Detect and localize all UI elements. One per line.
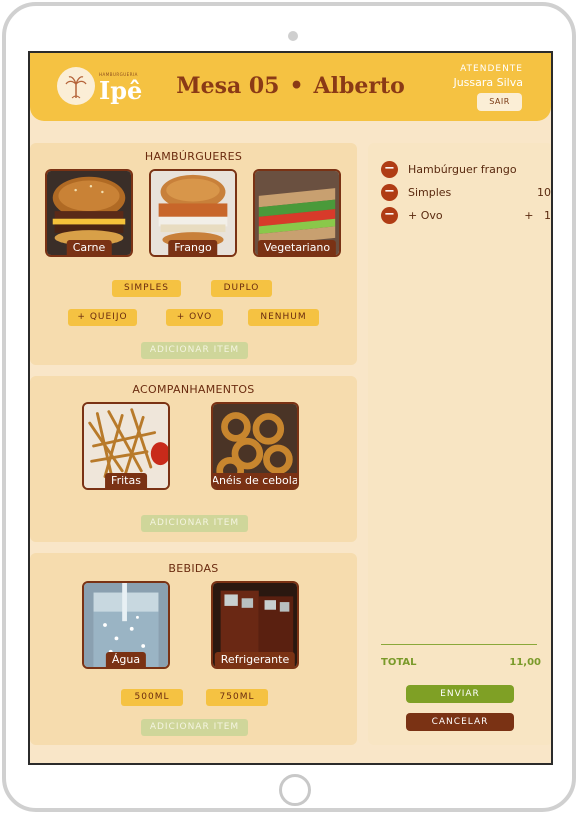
- remove-item-button[interactable]: −: [381, 184, 398, 201]
- order-item-name: Simples: [408, 186, 452, 199]
- attendant-name: Jussara Silva: [453, 76, 523, 89]
- order-item-value: 10: [537, 186, 551, 199]
- product-label: Água: [105, 652, 147, 667]
- order-item-name: Hambúrguer frango: [408, 163, 517, 176]
- attendant-label: ATENDENTE: [460, 64, 523, 74]
- order-divider: [381, 644, 537, 645]
- product-card-vegetariano[interactable]: Vegetariano: [253, 169, 341, 257]
- order-line: − Hambúrguer frango: [381, 161, 551, 179]
- remove-item-button[interactable]: −: [381, 207, 398, 224]
- order-item-value: + 1: [524, 209, 551, 222]
- product-label: Anéis de cebola: [213, 473, 297, 488]
- add-item-button[interactable]: ADICIONAR ITEM: [141, 342, 248, 359]
- product-label: Frango: [168, 240, 218, 255]
- burgers-panel: HAMBÚRGUERES Carne Frango Vegetariano SI…: [30, 143, 357, 365]
- cancel-order-button[interactable]: CANCELAR: [406, 713, 514, 731]
- home-button[interactable]: [279, 774, 311, 806]
- total-label: TOTAL: [381, 657, 417, 668]
- product-card-aneis[interactable]: Anéis de cebola: [211, 402, 299, 490]
- product-card-fritas[interactable]: Fritas: [82, 402, 170, 490]
- table-number: Mesa 05: [176, 73, 280, 99]
- product-label: Fritas: [105, 473, 147, 488]
- option-750ml[interactable]: 750ML: [206, 689, 268, 706]
- product-card-refrigerante[interactable]: Refrigerante: [211, 581, 299, 669]
- option-ovo[interactable]: + OVO: [166, 309, 223, 326]
- product-card-frango[interactable]: Frango: [149, 169, 237, 257]
- option-duplo[interactable]: DUPLO: [211, 280, 272, 297]
- section-title: ACOMPANHAMENTOS: [132, 383, 255, 396]
- option-simples[interactable]: SIMPLES: [112, 280, 181, 297]
- order-line: − + Ovo + 1: [381, 207, 551, 225]
- product-card-agua[interactable]: Água: [82, 581, 170, 669]
- remove-item-button[interactable]: −: [381, 161, 398, 178]
- section-title: BEBIDAS: [168, 562, 219, 575]
- send-order-button[interactable]: ENVIAR: [406, 685, 514, 703]
- option-queijo[interactable]: + QUEIJO: [68, 309, 137, 326]
- product-label: Refrigerante: [214, 652, 296, 667]
- logout-button[interactable]: SAIR: [477, 93, 522, 111]
- total-value: 11,00: [509, 657, 541, 668]
- app-screen: HAMBURGUERIA Ipê Mesa 05 • Alberto ATENDEN…: [28, 51, 553, 765]
- product-card-carne[interactable]: Carne: [45, 169, 133, 257]
- order-panel: − Hambúrguer frango − Simples 10 − + Ovo…: [368, 143, 551, 745]
- drinks-panel: BEBIDAS Água Refrigerante 500ML 750ML AD…: [30, 553, 357, 745]
- product-label: Vegetariano: [257, 240, 337, 255]
- customer-name: Alberto: [313, 73, 405, 99]
- add-item-button[interactable]: ADICIONAR ITEM: [141, 515, 248, 532]
- option-500ml[interactable]: 500ML: [121, 689, 183, 706]
- title-separator: •: [289, 73, 304, 99]
- option-nenhum[interactable]: NENHUM: [248, 309, 319, 326]
- sides-panel: ACOMPANHAMENTOS Fritas Anéis de cebola A…: [30, 376, 357, 542]
- add-item-button[interactable]: ADICIONAR ITEM: [141, 719, 248, 736]
- order-item-name: + Ovo: [408, 209, 443, 222]
- header-bar: HAMBURGUERIA Ipê Mesa 05 • Alberto ATENDEN…: [30, 53, 551, 121]
- section-title: HAMBÚRGUERES: [144, 150, 243, 163]
- product-label: Carne: [66, 240, 112, 255]
- order-line: − Simples 10: [381, 184, 551, 202]
- camera-icon: [288, 31, 298, 41]
